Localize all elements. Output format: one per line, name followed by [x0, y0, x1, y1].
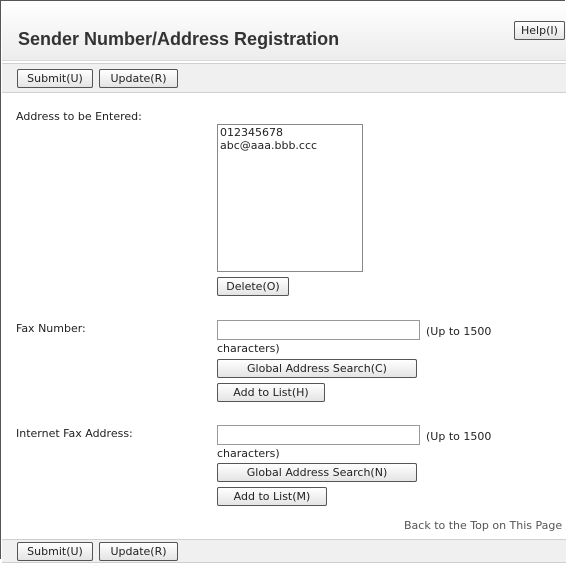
fax-number-label: Fax Number: [16, 322, 86, 335]
fax-global-address-search-button[interactable]: Global Address Search(C) [217, 359, 417, 378]
bottom-toolbar: Submit(U) Update(R) [2, 539, 566, 563]
submit-button-top[interactable]: Submit(U) [17, 69, 93, 88]
internet-fax-label: Internet Fax Address: [16, 427, 133, 440]
back-to-top-link[interactable]: Back to the Top on This Page ▲ [404, 519, 566, 532]
fax-number-input[interactable] [217, 320, 420, 340]
address-listbox[interactable]: 012345678 abc@aaa.bbb.ccc [217, 124, 363, 272]
top-toolbar: Submit(U) Update(R) [2, 63, 566, 93]
fax-length-hint-continued: characters) [217, 342, 280, 355]
internet-fax-add-to-list-button[interactable]: Add to List(M) [217, 487, 327, 506]
update-button-bottom[interactable]: Update(R) [99, 542, 178, 561]
internet-fax-length-hint-continued: characters) [217, 447, 280, 460]
address-list-label: Address to be Entered: [16, 110, 142, 123]
delete-button[interactable]: Delete(O) [217, 277, 289, 296]
address-list-item[interactable]: 012345678 [220, 126, 360, 139]
internet-fax-input[interactable] [217, 425, 420, 445]
page-title: Sender Number/Address Registration [18, 29, 339, 50]
fax-add-to-list-button[interactable]: Add to List(H) [217, 383, 325, 402]
internet-fax-length-hint: (Up to 1500 [426, 430, 491, 443]
address-list-item[interactable]: abc@aaa.bbb.ccc [220, 139, 360, 152]
update-button-top[interactable]: Update(R) [99, 69, 178, 88]
back-to-top-text[interactable]: Back to the Top on This Page [404, 519, 562, 532]
internet-fax-global-address-search-button[interactable]: Global Address Search(N) [217, 463, 417, 482]
help-button[interactable]: Help(I) [514, 21, 565, 40]
page-header: Sender Number/Address Registration Help(… [2, 2, 566, 61]
submit-button-bottom[interactable]: Submit(U) [17, 542, 93, 561]
fax-length-hint: (Up to 1500 [426, 325, 491, 338]
page-frame: Sender Number/Address Registration Help(… [0, 0, 565, 559]
